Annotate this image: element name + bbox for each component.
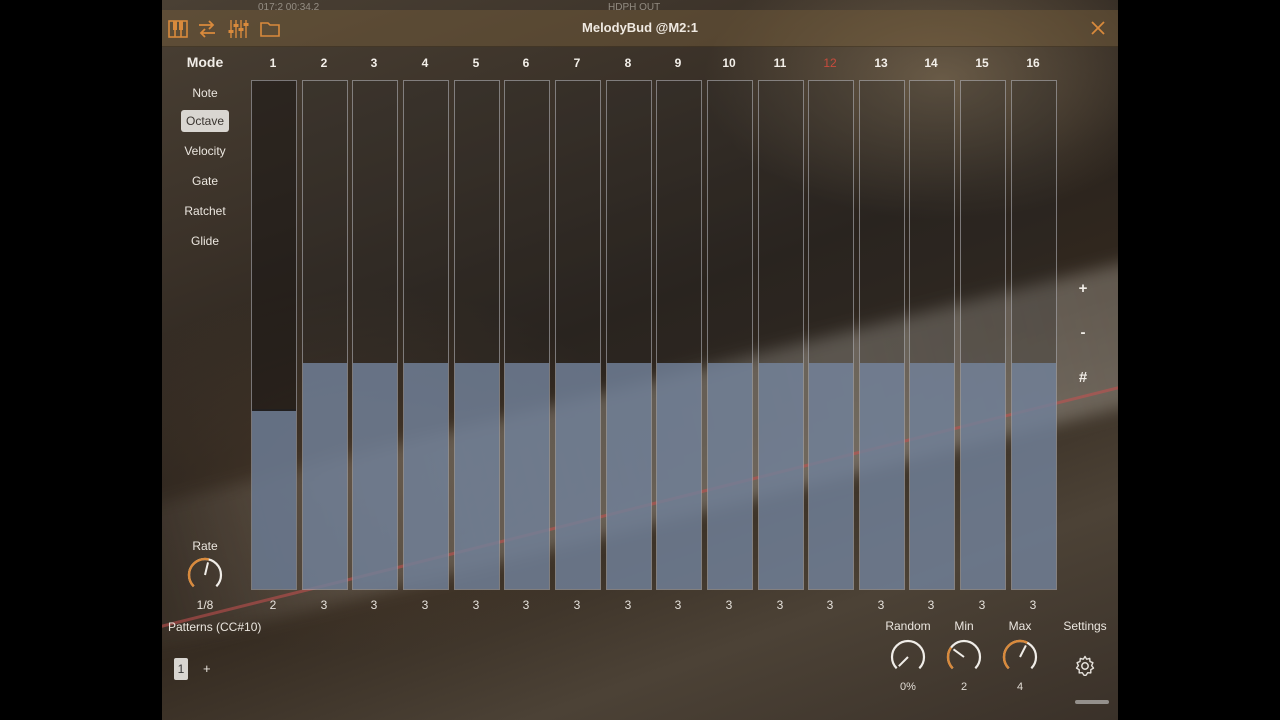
step-value-fill: [252, 409, 296, 589]
step-value-fill: [556, 363, 600, 589]
mode-glide-button[interactable]: Glide: [181, 230, 229, 252]
step-header: 14: [924, 56, 938, 70]
add-pattern-button[interactable]: +: [203, 661, 211, 676]
random-knob[interactable]: [889, 638, 927, 676]
step-slider[interactable]: [909, 80, 955, 590]
step-header: 16: [1026, 56, 1040, 70]
step-value-label: 3: [522, 598, 530, 612]
step-value-fill: [657, 363, 701, 589]
increment-button[interactable]: +: [1070, 280, 1096, 297]
step-value-label: 3: [826, 598, 834, 612]
step-value-label: 3: [573, 598, 581, 612]
max-knob[interactable]: [1001, 638, 1039, 676]
step-header: 12: [823, 56, 837, 70]
step-value-fill: [961, 363, 1005, 589]
rate-knob[interactable]: [186, 556, 224, 594]
min-label: Min: [954, 619, 974, 633]
step-slider[interactable]: [403, 80, 449, 590]
letterbox-right: [1118, 0, 1280, 720]
step-header: 1: [269, 56, 277, 70]
min-knob[interactable]: [945, 638, 983, 676]
step-slider[interactable]: [758, 80, 804, 590]
step-value-label: 3: [877, 598, 885, 612]
random-label: Random: [885, 619, 931, 633]
step-value-fill: [505, 363, 549, 589]
step-header: 11: [773, 56, 787, 70]
step-value-label: 3: [776, 598, 784, 612]
step-header: 4: [421, 56, 429, 70]
step-header: 2: [320, 56, 328, 70]
random-value: 0%: [900, 681, 916, 693]
mode-octave-button[interactable]: Octave: [181, 110, 229, 132]
max-value: 4: [1016, 681, 1024, 693]
settings-label: Settings: [1063, 619, 1107, 633]
step-header: 9: [674, 56, 682, 70]
step-value-label: 3: [674, 598, 682, 612]
step-slider[interactable]: [251, 80, 297, 590]
step-value-label: 3: [725, 598, 733, 612]
title-bar: MelodyBud @M2:1: [162, 10, 1118, 47]
step-value-label: 3: [370, 598, 378, 612]
step-header: 7: [573, 56, 581, 70]
step-value-label: 3: [624, 598, 632, 612]
step-header: 3: [370, 56, 378, 70]
step-slider[interactable]: [454, 80, 500, 590]
step-slider[interactable]: [1011, 80, 1057, 590]
rate-value: 1/8: [196, 598, 214, 612]
step-value-fill: [708, 363, 752, 589]
step-header: 6: [522, 56, 530, 70]
gear-icon[interactable]: [1073, 654, 1097, 678]
step-slider[interactable]: [555, 80, 601, 590]
step-header: 13: [874, 56, 888, 70]
step-value-label: 3: [421, 598, 429, 612]
step-value-fill: [607, 363, 651, 589]
step-value-label: 3: [978, 598, 986, 612]
home-indicator: [1075, 700, 1109, 704]
max-label: Max: [1008, 619, 1032, 633]
min-value: 2: [960, 681, 968, 693]
step-value-fill: [404, 363, 448, 589]
mode-heading: Mode: [186, 54, 224, 70]
mode-ratchet-button[interactable]: Ratchet: [181, 200, 229, 222]
patterns-label: Patterns (CC#10): [168, 620, 262, 634]
step-value-fill: [455, 363, 499, 589]
step-value-label: 3: [1029, 598, 1037, 612]
step-value-fill: [910, 363, 954, 589]
step-header: 5: [472, 56, 480, 70]
step-value-label: 3: [320, 598, 328, 612]
step-slider[interactable]: [960, 80, 1006, 590]
step-slider[interactable]: [504, 80, 550, 590]
step-slider[interactable]: [352, 80, 398, 590]
step-value-fill: [860, 363, 904, 589]
step-value-label: 2: [269, 598, 277, 612]
step-value-label: 3: [472, 598, 480, 612]
rate-label: Rate: [192, 539, 218, 553]
step-value-fill: [1012, 363, 1056, 589]
step-slider[interactable]: [656, 80, 702, 590]
step-value-fill: [809, 363, 853, 589]
step-slider[interactable]: [859, 80, 905, 590]
pattern-1-button[interactable]: 1: [174, 658, 188, 680]
step-slider[interactable]: [606, 80, 652, 590]
decrement-button[interactable]: -: [1070, 324, 1096, 341]
letterbox-left: [0, 0, 162, 720]
close-icon[interactable]: [1088, 18, 1108, 38]
step-header: 15: [975, 56, 989, 70]
app-title: MelodyBud @M2:1: [582, 20, 698, 35]
mode-gate-button[interactable]: Gate: [181, 170, 229, 192]
step-value-label: 3: [927, 598, 935, 612]
step-value-fill: [759, 363, 803, 589]
mode-note-button[interactable]: Note: [181, 82, 229, 104]
sharp-button[interactable]: #: [1070, 369, 1096, 386]
mode-velocity-button[interactable]: Velocity: [181, 140, 229, 162]
step-slider[interactable]: [302, 80, 348, 590]
step-header: 8: [624, 56, 632, 70]
step-slider[interactable]: [808, 80, 854, 590]
step-header: 10: [722, 56, 736, 70]
step-value-fill: [353, 363, 397, 589]
step-value-fill: [303, 363, 347, 589]
step-slider[interactable]: [707, 80, 753, 590]
